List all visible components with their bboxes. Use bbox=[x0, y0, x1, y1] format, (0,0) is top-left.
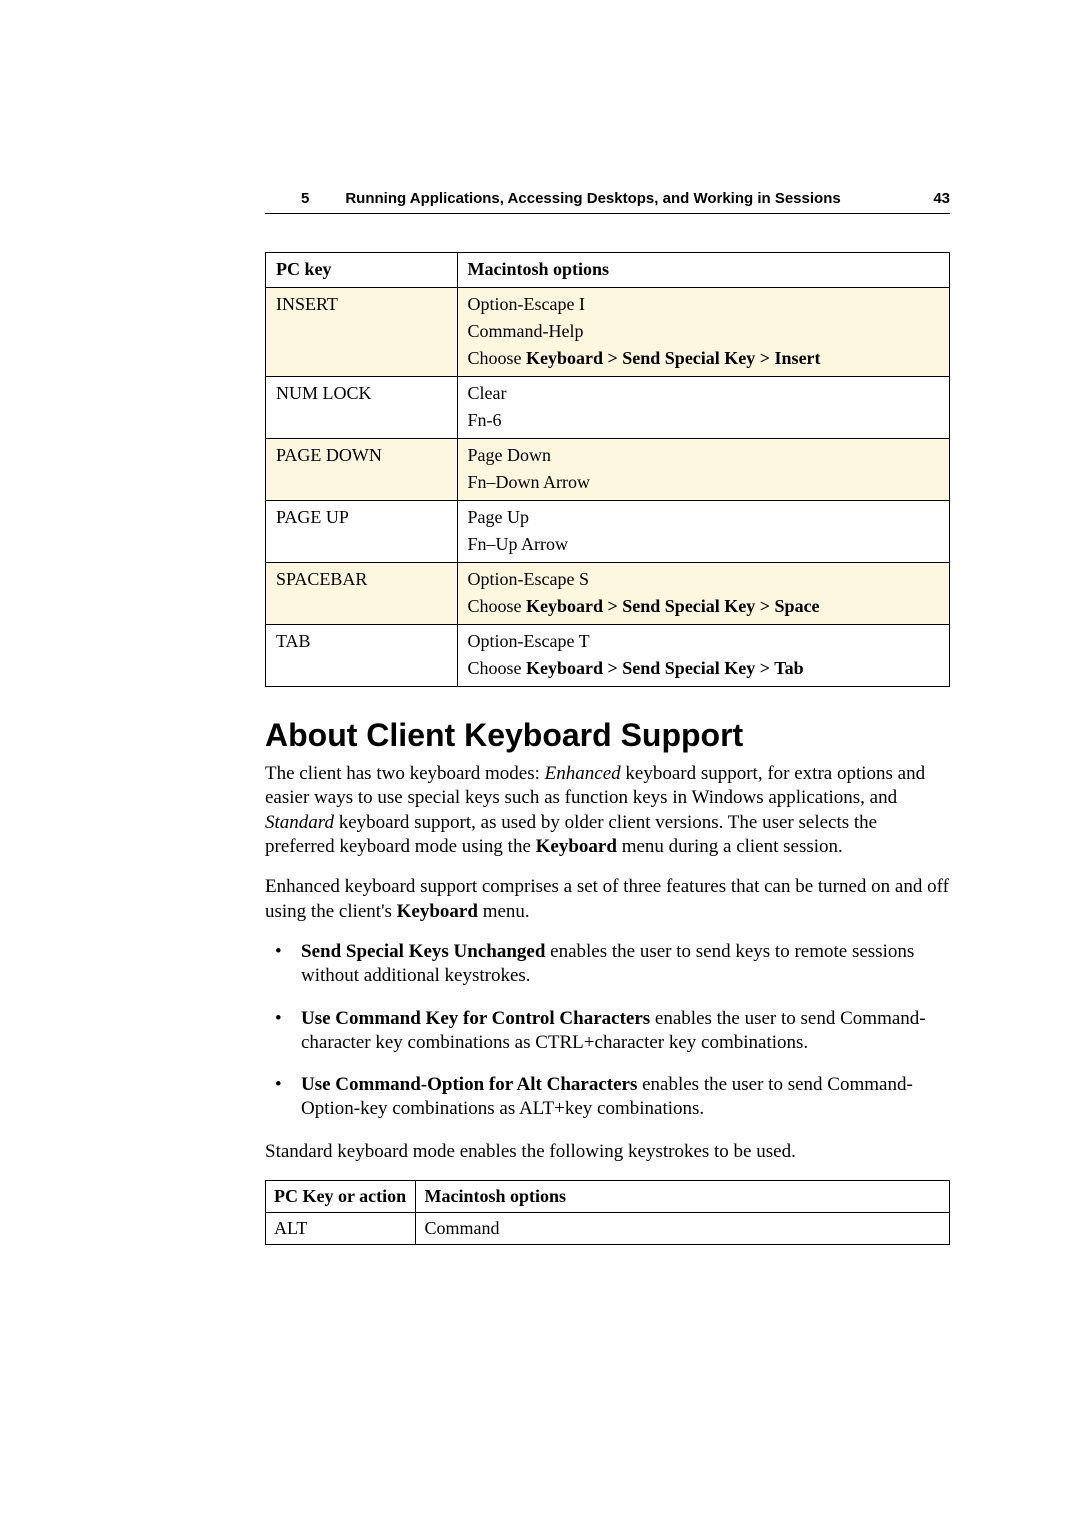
table-header-macopts: Macintosh options bbox=[457, 253, 949, 288]
option-line: Choose Keyboard > Send Special Key > Tab bbox=[468, 658, 939, 679]
option-line: Page Down bbox=[468, 445, 939, 466]
option-line: Choose Keyboard > Send Special Key > Ins… bbox=[468, 348, 939, 369]
table-row: PAGE UP Page Up Fn–Up Arrow bbox=[266, 501, 950, 563]
table-row: ALTCommand bbox=[266, 1213, 950, 1245]
mac-options-cell: Option-Escape T Choose Keyboard > Send Sp… bbox=[457, 625, 949, 687]
pc-key-cell: TAB bbox=[266, 625, 458, 687]
running-header: 5 Running Applications, Accessing Deskto… bbox=[265, 190, 950, 214]
list-item: Use Command Key for Control Characters e… bbox=[265, 1007, 950, 1056]
pc-key-cell: PAGE DOWN bbox=[266, 439, 458, 501]
option-line: Option-Escape S bbox=[468, 569, 939, 590]
mac-options-cell: Page Up Fn–Up Arrow bbox=[457, 501, 949, 563]
option-line: Fn–Up Arrow bbox=[468, 534, 939, 555]
table-row: NUM LOCK Clear Fn-6 bbox=[266, 377, 950, 439]
paragraph: Standard keyboard mode enables the follo… bbox=[265, 1140, 950, 1164]
option-line: Option-Escape T bbox=[468, 631, 939, 652]
table-header-macopts: Macintosh options bbox=[416, 1181, 950, 1213]
standard-mode-table: PC Key or action Macintosh options ALTCo… bbox=[265, 1180, 950, 1245]
pc-key-cell: NUM LOCK bbox=[266, 377, 458, 439]
table-row: INSERT Option-Escape I Command-Help Choose … bbox=[266, 288, 950, 377]
chapter-title: Running Applications, Accessing Desktops… bbox=[345, 190, 903, 207]
table-row: TAB Option-Escape T Choose Keyboard > Send… bbox=[266, 625, 950, 687]
paragraph: Enhanced keyboard support comprises a se… bbox=[265, 875, 950, 924]
chapter-number: 5 bbox=[301, 190, 309, 207]
feature-list: Send Special Keys Unchanged enables the … bbox=[265, 940, 950, 1122]
option-line: Fn-6 bbox=[468, 410, 939, 431]
list-item: Use Command-Option for Alt Characters en… bbox=[265, 1073, 950, 1122]
table-header-pckey: PC key bbox=[266, 253, 458, 288]
table-row: SPACEBAR Option-Escape S Choose Keyboard >… bbox=[266, 563, 950, 625]
option-line: Command-Help bbox=[468, 321, 939, 342]
section-heading: About Client Keyboard Support bbox=[265, 717, 950, 754]
mac-options-cell: Command bbox=[416, 1213, 950, 1245]
mac-options-cell: Option-Escape I Command-Help Choose Keyboa… bbox=[457, 288, 949, 377]
list-item: Send Special Keys Unchanged enables the … bbox=[265, 940, 950, 989]
option-line: Choose Keyboard > Send Special Key > Spa… bbox=[468, 596, 939, 617]
page-number: 43 bbox=[933, 190, 950, 207]
table-row: PAGE DOWN Page Down Fn–Down Arrow bbox=[266, 439, 950, 501]
mac-options-cell: Option-Escape S Choose Keyboard > Send Sp… bbox=[457, 563, 949, 625]
mac-options-cell: Page Down Fn–Down Arrow bbox=[457, 439, 949, 501]
pc-key-cell: SPACEBAR bbox=[266, 563, 458, 625]
pc-key-cell: INSERT bbox=[266, 288, 458, 377]
paragraph: The client has two keyboard modes: Enhan… bbox=[265, 762, 950, 859]
mac-options-cell: Clear Fn-6 bbox=[457, 377, 949, 439]
pc-key-cell: PAGE UP bbox=[266, 501, 458, 563]
option-line: Option-Escape I bbox=[468, 294, 939, 315]
option-line: Clear bbox=[468, 383, 939, 404]
pc-key-table: PC key Macintosh options INSERTOption-Es… bbox=[265, 252, 950, 687]
option-line: Fn–Down Arrow bbox=[468, 472, 939, 493]
table-header-pckey: PC Key or action bbox=[266, 1181, 416, 1213]
option-line: Page Up bbox=[468, 507, 939, 528]
pc-key-cell: ALT bbox=[266, 1213, 416, 1245]
